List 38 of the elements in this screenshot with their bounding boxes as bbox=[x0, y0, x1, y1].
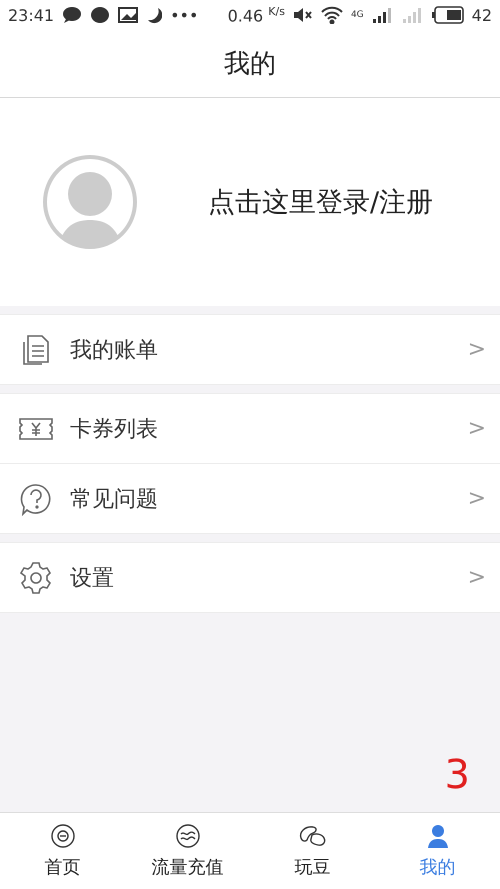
chat-bubble-icon bbox=[62, 6, 82, 24]
menu-item[interactable]: 卡券列表 > bbox=[0, 394, 500, 463]
signal-icon bbox=[372, 6, 394, 24]
settings-icon bbox=[18, 560, 54, 596]
nav-tab[interactable]: 我的 bbox=[375, 813, 500, 889]
annotation-number: 3 bbox=[444, 752, 470, 798]
moon-icon bbox=[146, 6, 162, 24]
menu-item[interactable]: 我的账单 > bbox=[0, 315, 500, 384]
chevron: > bbox=[468, 337, 486, 362]
menu-label: 我的账单 bbox=[70, 336, 159, 364]
more-dots: ••• bbox=[170, 6, 198, 24]
chevron: > bbox=[468, 416, 486, 441]
network-type: 4G bbox=[350, 10, 364, 20]
nav-tab[interactable]: 首页 bbox=[0, 813, 125, 889]
page-title: 我的 bbox=[224, 48, 276, 81]
menu-label: 设置 bbox=[70, 564, 115, 592]
battery-percent: 42 bbox=[472, 6, 492, 24]
nav-tab[interactable]: 流量充值 bbox=[125, 813, 250, 889]
signal-icon bbox=[402, 6, 424, 24]
menu-item[interactable]: 常见问题 > bbox=[0, 463, 500, 533]
battery-icon bbox=[432, 6, 464, 24]
wifi-icon bbox=[320, 6, 343, 24]
mute-icon bbox=[292, 7, 313, 23]
chevron: > bbox=[468, 565, 486, 590]
image-icon bbox=[118, 7, 138, 23]
menu-label: 常见问题 bbox=[70, 486, 159, 514]
message-icon bbox=[90, 6, 110, 24]
login-link[interactable]: 点击这里登录/注册 bbox=[208, 184, 434, 220]
clock: 23:41 bbox=[8, 6, 54, 24]
avatar-icon[interactable] bbox=[42, 154, 138, 250]
nav-tab[interactable]: 玩豆 bbox=[250, 813, 375, 889]
menu-item[interactable]: 设置 > bbox=[0, 543, 500, 612]
chevron: > bbox=[468, 486, 486, 511]
menu-label: 卡券列表 bbox=[70, 416, 159, 444]
network-speed: 0.46 $^{K/s}$ bbox=[228, 4, 285, 26]
home-icon bbox=[50, 823, 76, 849]
wave-icon bbox=[174, 823, 200, 849]
bean-icon bbox=[298, 823, 328, 849]
